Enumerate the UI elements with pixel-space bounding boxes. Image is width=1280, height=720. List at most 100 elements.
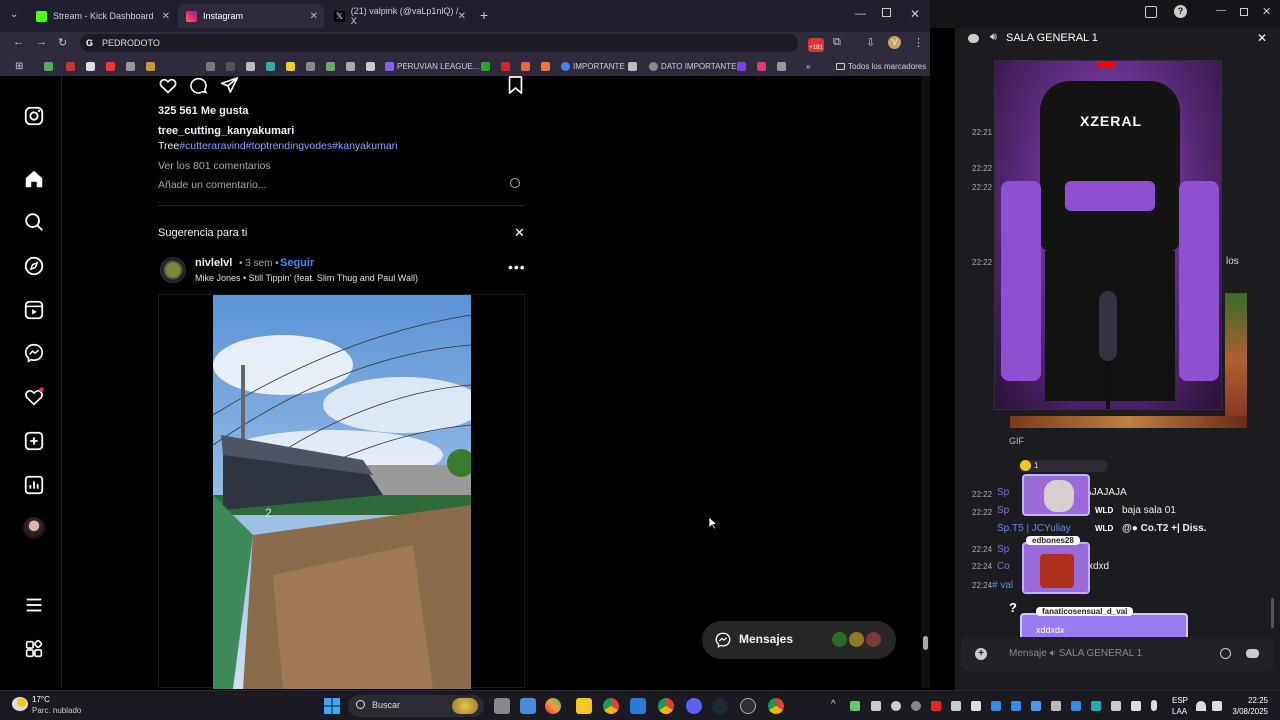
microphone-icon[interactable] [1151, 700, 1157, 711]
reel-video-frame[interactable]: 2 [213, 295, 471, 689]
bookmark-importante[interactable]: IMPORTANTE [561, 60, 625, 72]
bookmark-icon-11[interactable] [286, 60, 295, 72]
dismiss-suggestion-close-icon[interactable]: ✕ [514, 225, 525, 241]
emoji-picker-icon[interactable] [1220, 648, 1231, 659]
post-username[interactable]: tree_cutting_kanyakumari [158, 125, 294, 137]
bookmark-icon-23[interactable] [777, 60, 786, 72]
messages-button[interactable]: Mensajes [702, 621, 896, 659]
help-icon[interactable]: ? [1174, 5, 1187, 18]
maximize-icon[interactable] [882, 8, 891, 17]
message-username[interactable]: Sp [997, 505, 1009, 516]
like-heart-icon[interactable] [158, 76, 178, 94]
follow-button[interactable]: Seguir [280, 257, 314, 269]
extension-badge[interactable]: +181 [808, 38, 824, 52]
notifications-heart-icon[interactable] [23, 386, 45, 408]
bookmark-icon-18[interactable] [521, 60, 530, 72]
home-icon[interactable] [23, 168, 45, 190]
view-comments-link[interactable]: Ver los 801 comentarios [158, 160, 271, 172]
menu-kebab-icon[interactable]: ⋮ [913, 36, 924, 49]
scrollbar-thumb[interactable] [923, 636, 928, 650]
tray-icon-6[interactable] [951, 701, 961, 711]
app-icon-1[interactable] [520, 698, 536, 714]
chrome-icon[interactable] [658, 698, 674, 714]
message-username[interactable]: Sp [997, 487, 1009, 498]
add-comment-input[interactable]: Añade un comentario... [158, 179, 267, 191]
reel-video-container[interactable]: 2 [158, 294, 525, 689]
windows-start-icon[interactable] [324, 698, 340, 714]
bookmark-icon-16[interactable] [481, 60, 490, 72]
extensions-icon[interactable]: ⧉ [833, 36, 841, 49]
bookmark-icon-12[interactable] [306, 60, 315, 72]
chrome-icon[interactable] [603, 698, 619, 714]
caption-hashtags[interactable]: #cutteraravind#toptrendingvodes#kanyakum… [179, 140, 397, 152]
tray-icon-13[interactable] [1091, 701, 1101, 711]
tray-icon-3[interactable] [891, 701, 901, 711]
chat-message[interactable]: Sp [997, 544, 1009, 555]
bookmark-icon-2[interactable] [66, 60, 75, 72]
suggested-username[interactable]: nivlelvl [195, 257, 232, 269]
close-tab-icon[interactable]: ✕ [310, 11, 318, 22]
more-menu-icon[interactable] [23, 594, 45, 616]
profile-avatar[interactable] [23, 517, 45, 539]
tab-list-chevron-icon[interactable]: ⌄ [10, 9, 18, 20]
tray-icon-7[interactable] [971, 701, 981, 711]
bookmark-icon-15[interactable] [366, 60, 375, 72]
close-chat-icon[interactable]: ✕ [1257, 31, 1267, 45]
messenger-icon[interactable] [23, 342, 45, 364]
also-from-meta-icon[interactable] [23, 638, 45, 660]
bookmark-icon-5[interactable] [126, 60, 135, 72]
vegas-icon[interactable] [630, 698, 646, 714]
wifi-icon[interactable] [1196, 701, 1206, 711]
tray-icon-1[interactable] [850, 701, 860, 711]
task-view-icon[interactable] [494, 698, 510, 714]
downloads-icon[interactable]: ⇩ [866, 36, 875, 49]
bookmark-peruvian-league[interactable]: PERUVIAN LEAGUE... [385, 60, 479, 72]
file-explorer-icon[interactable] [576, 698, 592, 714]
network-icon[interactable] [1131, 701, 1141, 711]
message-input[interactable]: Mensaje 🔉︎ SALA GENERAL 1 [1009, 648, 1142, 659]
bookmark-icon-17[interactable] [501, 60, 510, 72]
close-window-icon[interactable]: ✕ [1262, 5, 1271, 18]
chat-scrollbar-thumb[interactable] [1271, 598, 1274, 628]
steam-icon[interactable] [712, 698, 728, 714]
clock[interactable]: 22:25 3/08/2025 [1226, 695, 1268, 717]
search-icon[interactable] [23, 211, 45, 233]
snip-icon[interactable] [1145, 6, 1157, 18]
explore-compass-icon[interactable] [23, 255, 45, 277]
bookmark-icon-6[interactable] [146, 60, 155, 72]
suggested-user-avatar[interactable] [160, 257, 186, 283]
close-window-icon[interactable]: ✕ [910, 7, 920, 21]
app-icon-2[interactable] [545, 698, 561, 714]
reaction-chip[interactable]: 1 [1018, 460, 1108, 472]
bookmark-icon-22[interactable] [757, 60, 766, 72]
tray-icon-2[interactable] [871, 701, 881, 711]
minimize-icon[interactable]: — [1216, 5, 1226, 16]
song-attribution[interactable]: Mike Jones • Still Tippin' (feat. Slim T… [195, 273, 418, 283]
bookmark-icon-9[interactable] [246, 60, 255, 72]
bookmark-icon-20[interactable] [628, 60, 637, 72]
bookmark-icon-10[interactable] [266, 60, 275, 72]
bookmark-icon-1[interactable] [44, 60, 53, 72]
back-icon[interactable]: ← [13, 36, 24, 48]
bookmarks-overflow-icon[interactable]: » [806, 60, 810, 72]
bookmark-icon-4[interactable] [106, 60, 115, 72]
instagram-logo-icon[interactable] [23, 105, 45, 127]
stream-overlay-image[interactable]: XZERAL [994, 60, 1222, 410]
tray-icon-5[interactable] [931, 701, 941, 711]
tray-icon-8[interactable] [991, 701, 1001, 711]
all-bookmarks-folder[interactable]: Todos los marcadores [836, 60, 926, 72]
bookmark-icon-3[interactable] [86, 60, 95, 72]
profile-avatar[interactable]: V [888, 36, 901, 49]
message-username[interactable]: # val [992, 580, 1013, 591]
weather-widget[interactable]: 17°C Parc. nublado [10, 694, 100, 718]
chat-message[interactable]: Co [997, 561, 1010, 572]
forward-icon[interactable]: → [36, 36, 47, 48]
bookmark-icon-7[interactable] [206, 60, 215, 72]
volume-icon[interactable] [1212, 701, 1222, 711]
chat-message[interactable]: # val [992, 580, 1013, 591]
page-scrollbar[interactable] [921, 76, 930, 688]
tray-overflow-icon[interactable]: ^ [831, 699, 836, 710]
bookmark-dato-importante[interactable]: DATO IMPORTANTE [649, 60, 736, 72]
message-username[interactable]: Sp.T5 | JCYuliay [997, 523, 1071, 534]
tray-icon-4[interactable] [911, 701, 921, 711]
